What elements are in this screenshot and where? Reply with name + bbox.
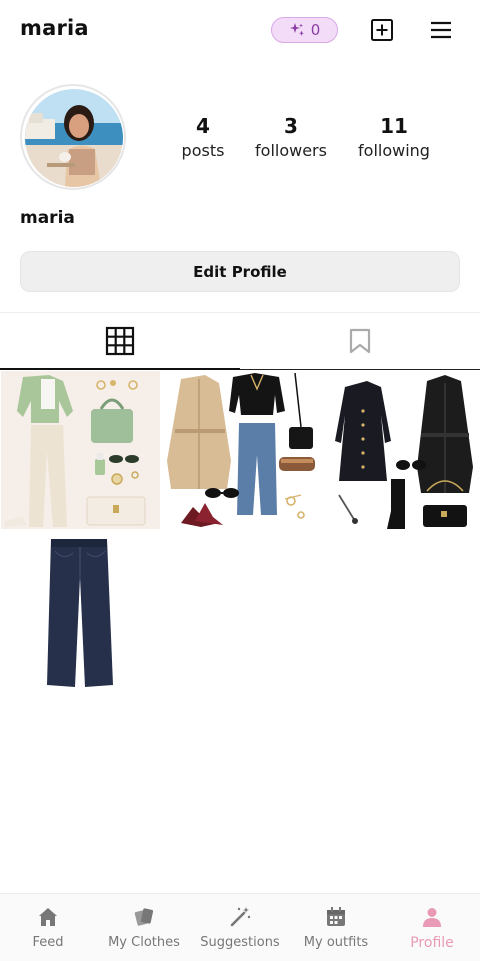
- bookmark-icon: [349, 328, 371, 354]
- profile-name: maria: [20, 208, 75, 228]
- home-icon: [39, 908, 57, 926]
- profile-photo: [25, 89, 123, 187]
- posts-stat[interactable]: 4 posts: [173, 114, 233, 164]
- outfit-collage-trench: [161, 371, 320, 529]
- sparkles-icon: [289, 23, 304, 36]
- nav-my-outfits-label: My outfits: [303, 935, 369, 950]
- nav-feed-label: Feed: [32, 935, 64, 950]
- credits-button[interactable]: 0: [271, 17, 338, 43]
- outfit-collage-black: [321, 371, 480, 529]
- calendar-icon: [327, 907, 345, 926]
- credits-count: 0: [310, 21, 321, 39]
- edit-profile-button[interactable]: Edit Profile: [20, 251, 460, 292]
- nav-profile[interactable]: Profile: [384, 906, 480, 951]
- grid-icon: [105, 326, 135, 355]
- followers-count: 3: [284, 114, 298, 138]
- outfit-collage-green: [1, 371, 160, 529]
- profile-avatar[interactable]: [20, 84, 126, 190]
- following-count: 11: [380, 114, 408, 138]
- posts-label: posts: [181, 141, 225, 160]
- nav-suggestions-label: Suggestions: [200, 935, 280, 950]
- post-thumbnail[interactable]: [161, 371, 320, 529]
- top-bar: maria 0: [0, 0, 480, 60]
- clothes-icon: [134, 908, 154, 926]
- header-username: maria: [20, 16, 89, 40]
- add-post-button[interactable]: [368, 16, 396, 44]
- nav-my-clothes[interactable]: My Clothes: [96, 906, 192, 950]
- tab-saved[interactable]: [240, 313, 480, 370]
- following-stat[interactable]: 11 following: [352, 114, 436, 164]
- profile-tabs: [0, 312, 480, 370]
- nav-feed[interactable]: Feed: [0, 906, 96, 950]
- post-thumbnail[interactable]: [1, 531, 160, 689]
- nav-my-clothes-label: My Clothes: [108, 935, 180, 950]
- bottom-navigation: Feed My Clothes Suggestions My outfits P…: [0, 893, 480, 961]
- following-label: following: [358, 141, 430, 160]
- plus-square-icon: [371, 19, 393, 41]
- posts-count: 4: [196, 114, 210, 138]
- nav-my-outfits[interactable]: My outfits: [288, 906, 384, 950]
- followers-stat[interactable]: 3 followers: [248, 114, 334, 164]
- hamburger-menu-icon: [431, 21, 451, 39]
- followers-label: followers: [255, 141, 327, 160]
- person-icon: [423, 908, 441, 927]
- nav-profile-label: Profile: [410, 935, 454, 951]
- menu-button[interactable]: [427, 16, 455, 44]
- magic-wand-icon: [230, 907, 251, 927]
- tab-posts-grid[interactable]: [0, 313, 240, 370]
- post-thumbnail[interactable]: [1, 371, 160, 529]
- post-thumbnail[interactable]: [321, 371, 480, 529]
- nav-suggestions[interactable]: Suggestions: [192, 906, 288, 950]
- jeans-photo: [1, 531, 160, 689]
